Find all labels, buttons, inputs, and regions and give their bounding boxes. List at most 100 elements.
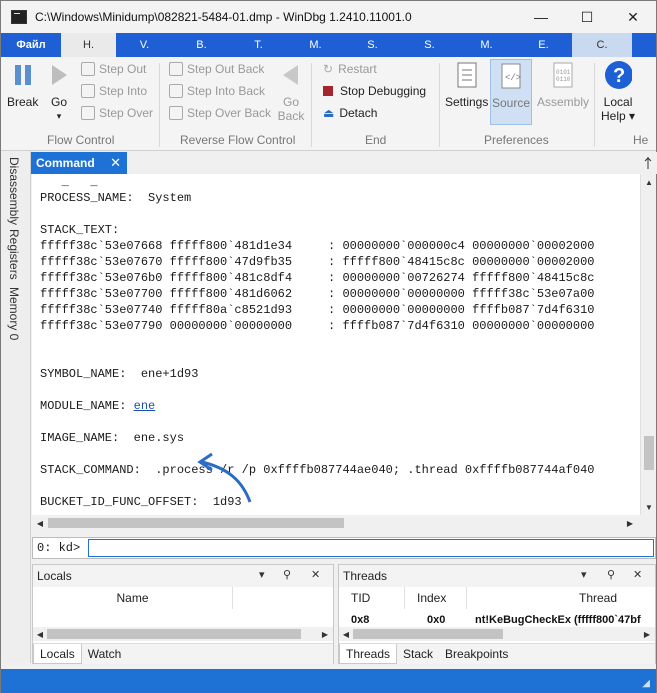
step-over-button[interactable]: Step Over <box>81 103 153 123</box>
threads-title: Threads <box>343 569 388 583</box>
close-window-button[interactable]: ✕ <box>610 1 656 33</box>
group-label-reverse-flow: Reverse Flow Control <box>180 133 296 147</box>
threads-scroll-thumb[interactable] <box>353 629 503 639</box>
annotation-arrow <box>197 452 252 503</box>
minimize-button[interactable]: — <box>518 1 564 33</box>
tab-threads[interactable]: Threads <box>339 644 398 664</box>
locals-horizontal-scrollbar[interactable]: ◀ ▶ <box>33 627 333 641</box>
tab-memory[interactable]: M. <box>458 33 515 57</box>
side-tab-registers[interactable]: Registers <box>7 229 21 280</box>
threads-col-index[interactable]: Index <box>405 587 467 609</box>
step-over-back-label: Step Over Back <box>187 106 272 120</box>
go-back-icon <box>277 61 305 89</box>
go-dropdown-icon[interactable]: ▾ <box>57 111 62 122</box>
scroll-right-arrow-icon[interactable]: ▶ <box>641 628 653 640</box>
locals-pane-header: Locals ▾ ⚲ ✕ <box>33 565 333 587</box>
tab-time-travel[interactable]: T. <box>230 33 287 57</box>
step-out-button[interactable]: Step Out <box>81 59 146 79</box>
step-into-back-button[interactable]: Step Into Back <box>169 81 265 101</box>
go-button[interactable]: Go ▾ <box>45 61 73 122</box>
tab-command[interactable]: C. <box>572 33 632 57</box>
step-into-back-label: Step Into Back <box>187 84 266 98</box>
output-vertical-scroll-thumb[interactable] <box>644 436 654 470</box>
threads-close-icon[interactable]: ✕ <box>633 568 642 581</box>
command-tab-bar: Command ✕ <box>31 152 657 174</box>
output-vertical-scrollbar[interactable]: ▲ ▼ <box>640 174 656 515</box>
output-line: fffff38c`53e07700 fffff800`481d6062 : 00… <box>40 287 595 301</box>
output-line: MODULE_NAME: <box>40 399 134 413</box>
locals-scroll-thumb[interactable] <box>47 629 301 639</box>
output-line: STACK_TEXT: <box>40 223 120 237</box>
tab-locals[interactable]: Locals <box>33 644 82 664</box>
step-into-button[interactable]: Step Into <box>81 81 147 101</box>
go-back-label-line1: Go <box>282 95 299 109</box>
scroll-left-arrow-icon[interactable]: ◀ <box>34 628 46 640</box>
tab-home[interactable]: Н. <box>61 33 116 57</box>
module-name-link[interactable]: ene <box>134 399 156 413</box>
tab-watch[interactable]: Watch <box>82 644 128 664</box>
side-tab-memory[interactable]: Memory 0 <box>7 287 21 340</box>
locals-pane: Locals ▾ ⚲ ✕ Name ◀ ▶ Locals Watch <box>32 564 334 664</box>
side-tab-disassembly[interactable]: Disassembly <box>7 157 21 225</box>
local-help-label-line1: Local <box>603 95 633 109</box>
status-bar: ◢ <box>1 669 656 693</box>
scroll-down-arrow-icon[interactable]: ▼ <box>643 501 655 513</box>
close-command-tab-icon[interactable]: ✕ <box>110 155 121 171</box>
tab-scripting[interactable]: S. <box>344 33 401 57</box>
tab-breakpoints-pane[interactable]: Breakpoints <box>439 644 514 664</box>
step-out-back-button[interactable]: Step Out Back <box>169 59 264 79</box>
ribbon-separator <box>594 63 595 147</box>
tab-source[interactable]: S. <box>401 33 458 57</box>
command-input-row: 0: kd> <box>32 537 656 559</box>
threads-pin-icon[interactable]: ⚲ <box>607 568 615 581</box>
locals-col-name[interactable]: Name <box>33 587 233 609</box>
tab-view[interactable]: V. <box>116 33 173 57</box>
tab-overflow-icon[interactable] <box>644 157 654 171</box>
tab-breakpoints[interactable]: B. <box>173 33 230 57</box>
go-back-button[interactable]: Go Back <box>277 61 305 123</box>
locals-pin-icon[interactable]: ⚲ <box>283 568 291 581</box>
tab-file[interactable]: Файл <box>1 33 61 57</box>
scroll-up-arrow-icon[interactable]: ▲ <box>643 176 655 188</box>
step-into-label: Step Into <box>99 84 148 98</box>
tab-extensions[interactable]: E. <box>515 33 572 57</box>
break-button[interactable]: Break <box>7 61 38 109</box>
scroll-right-arrow-icon[interactable]: ▶ <box>319 628 331 640</box>
output-line: IMAGE_NAME: ene.sys <box>40 431 185 445</box>
tab-model[interactable]: M. <box>287 33 344 57</box>
scroll-right-arrow-icon[interactable]: ▶ <box>624 517 636 529</box>
group-label-flow-control: Flow Control <box>47 133 115 147</box>
scroll-left-arrow-icon[interactable]: ◀ <box>340 628 352 640</box>
resize-grip-icon[interactable]: ◢ <box>642 678 650 689</box>
maximize-button[interactable]: ☐ <box>564 1 610 33</box>
assembly-button[interactable]: 0101 0110 Assembly <box>537 61 589 109</box>
command-input[interactable] <box>88 539 654 557</box>
source-code-icon: </> <box>497 62 525 90</box>
tab-command-window[interactable]: Command ✕ <box>31 152 127 174</box>
output-line: PROCESS_NAME: System <box>40 191 192 205</box>
source-button[interactable]: </> Source <box>490 59 532 125</box>
threads-col-tid[interactable]: TID <box>339 587 405 609</box>
svg-text:0101: 0101 <box>556 69 571 76</box>
stop-icon <box>323 86 333 96</box>
step-over-back-button[interactable]: Step Over Back <box>169 103 271 123</box>
threads-col-thread[interactable]: Thread <box>467 587 655 609</box>
output-horizontal-scroll-thumb[interactable] <box>48 518 344 528</box>
restart-button[interactable]: ↻ Restart <box>323 59 377 79</box>
settings-icon <box>453 61 481 89</box>
settings-button[interactable]: Settings <box>445 61 488 109</box>
command-output[interactable]: _ _ PROCESS_NAME: System STACK_TEXT: fff… <box>32 174 640 515</box>
kd-prompt: 0: kd> <box>37 541 81 555</box>
locals-dropdown-icon[interactable]: ▾ <box>259 568 265 581</box>
stop-debugging-button[interactable]: Stop Debugging <box>323 81 426 101</box>
threads-dropdown-icon[interactable]: ▾ <box>581 568 587 581</box>
output-line: STACK_COMMAND: .process /r /p 0xffffb087… <box>40 463 595 477</box>
detach-button[interactable]: ⏏ Detach <box>323 103 377 123</box>
output-horizontal-scrollbar[interactable]: ◀ ▶ <box>32 515 640 531</box>
scroll-left-arrow-icon[interactable]: ◀ <box>34 517 46 529</box>
threads-horizontal-scrollbar[interactable]: ◀ ▶ <box>339 627 655 641</box>
tab-stack[interactable]: Stack <box>397 644 439 664</box>
locals-close-icon[interactable]: ✕ <box>311 568 320 581</box>
local-help-button[interactable]: ? Local Help ▾ <box>601 61 635 123</box>
group-label-help: He <box>633 133 649 147</box>
